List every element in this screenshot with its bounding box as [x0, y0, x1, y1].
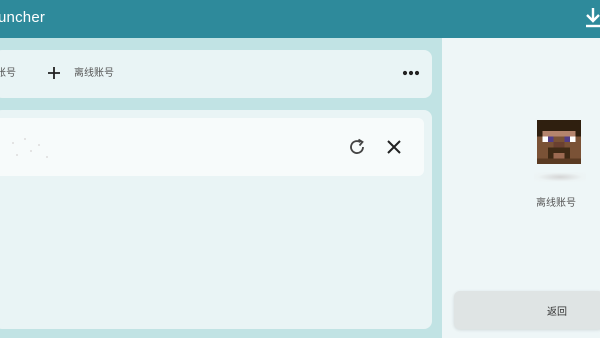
- window-title: uncher: [0, 9, 46, 26]
- title-bar: uncher: [0, 0, 600, 38]
- back-button-label: 返回: [547, 307, 567, 318]
- account-type-label: 离线账号: [536, 198, 576, 209]
- account-name-blurred: [4, 134, 54, 162]
- close-icon[interactable]: [387, 140, 401, 154]
- more-horizontal-icon[interactable]: [402, 70, 420, 76]
- player-name-blurred: [534, 172, 586, 182]
- refresh-icon[interactable]: [348, 138, 366, 156]
- back-button[interactable]: 返回: [454, 291, 600, 329]
- account-list-item[interactable]: [0, 118, 424, 176]
- launcher-window: uncher 账号 离线账号 离线账号 返回: [0, 0, 600, 338]
- account-list-area: 账号 离线账号: [0, 38, 442, 338]
- account-toolbar: 账号 离线账号: [0, 50, 432, 98]
- plus-icon[interactable]: [47, 66, 61, 80]
- account-detail-panel: 离线账号 返回: [442, 38, 600, 338]
- add-offline-account-button[interactable]: 离线账号: [74, 64, 114, 79]
- download-icon[interactable]: [584, 7, 600, 29]
- account-label[interactable]: 账号: [0, 64, 16, 79]
- avatar: [537, 120, 581, 164]
- account-list: [0, 110, 432, 329]
